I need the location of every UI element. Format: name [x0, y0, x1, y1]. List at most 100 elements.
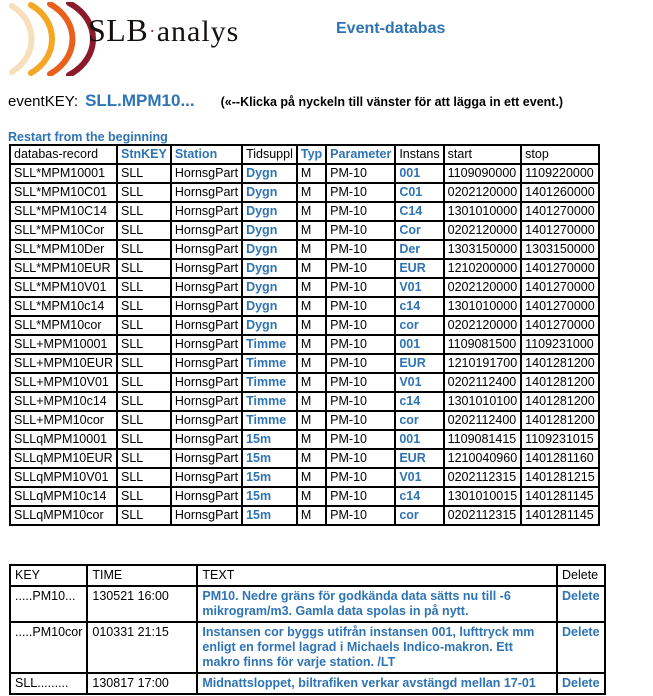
cell-stop: 1401270000 [521, 278, 600, 297]
cell-databas-record: SLL*MPM10C14 [10, 202, 117, 221]
cell-station: HornsgPart [170, 240, 243, 259]
cell-station: HornsgPart [170, 221, 243, 240]
cell-databas-record: SLL+MPM10001 [10, 335, 117, 354]
cell-stnkey: SLL [117, 240, 171, 259]
table-row[interactable]: SLL*MPM10c14 SLL HornsgPart Dygn M PM-10 c14 13… [10, 297, 600, 316]
restart-link[interactable]: Restart from the beginning [8, 130, 168, 144]
cell-tidsuppl[interactable]: 15m [242, 449, 297, 468]
cell-typ: M [296, 183, 327, 202]
cell-instans[interactable]: c14 [395, 487, 444, 506]
delete-link[interactable]: Delete [562, 676, 600, 690]
col-header-delete: Delete [557, 565, 605, 586]
table-row[interactable]: SLLqMPM10cor SLL HornsgPart 15m M PM-10 cor 020… [10, 506, 600, 525]
cell-tidsuppl[interactable]: Dygn [242, 164, 297, 183]
table-row[interactable]: SLL*MPM10C01 SLL HornsgPart Dygn M PM-10 C01 02… [10, 183, 600, 202]
cell-instans[interactable]: EUR [395, 449, 444, 468]
cell-tidsuppl[interactable]: Dygn [242, 259, 297, 278]
cell-tidsuppl[interactable]: 15m [242, 468, 297, 487]
cell-tidsuppl[interactable]: Dygn [242, 316, 297, 335]
event-text: PM10. Nedre gräns för godkända data sätt… [197, 586, 557, 622]
cell-instans[interactable]: 001 [395, 430, 444, 449]
col-header-text: TEXT [197, 565, 557, 586]
event-time: 130817 17:00 [87, 673, 198, 694]
cell-start: 0202112315 [443, 506, 522, 525]
eventkey-value-link[interactable]: SLL.MPM10... [85, 91, 195, 111]
table-row[interactable]: SLLqMPM10001 SLL HornsgPart 15m M PM-10 001 110… [10, 430, 600, 449]
table-row[interactable]: SLL*MPM10C14 SLL HornsgPart Dygn M PM-10 C14 13… [10, 202, 600, 221]
cell-start: 1109090000 [443, 164, 522, 183]
event-key: .....PM10... [10, 586, 88, 622]
table-row[interactable]: SLL+MPM10V01 SLL HornsgPart Timme M PM-10 V01 0… [10, 373, 600, 392]
table-row[interactable]: SLLqMPM10c14 SLL HornsgPart 15m M PM-10 c14 130… [10, 487, 600, 506]
cell-tidsuppl[interactable]: 15m [242, 430, 297, 449]
cell-instans[interactable]: cor [395, 411, 444, 430]
cell-instans[interactable]: cor [395, 506, 444, 525]
cell-station: HornsgPart [170, 487, 243, 506]
cell-stop: 1401281145 [521, 506, 600, 525]
table-row[interactable]: SLLqMPM10V01 SLL HornsgPart 15m M PM-10 V01 020… [10, 468, 600, 487]
event-database-page: SLB·analys Event-databas eventKEY: SLL.M… [0, 0, 653, 696]
cell-tidsuppl[interactable]: Dygn [242, 221, 297, 240]
col-header-start: start [443, 145, 522, 164]
cell-instans[interactable]: cor [395, 316, 444, 335]
cell-station: HornsgPart [170, 392, 243, 411]
cell-tidsuppl[interactable]: Dygn [242, 202, 297, 221]
cell-instans[interactable]: EUR [395, 354, 444, 373]
event-key: SLL......... [10, 673, 88, 694]
table-row[interactable]: SLL+MPM10cor SLL HornsgPart Timme M PM-10 cor 0… [10, 411, 600, 430]
cell-station: HornsgPart [170, 506, 243, 525]
cell-instans[interactable]: EUR [395, 259, 444, 278]
cell-typ: M [296, 411, 327, 430]
cell-tidsuppl[interactable]: Timme [242, 411, 297, 430]
cell-tidsuppl[interactable]: Dygn [242, 183, 297, 202]
table-row[interactable]: SLL+MPM10001 SLL HornsgPart Timme M PM-10 001 1… [10, 335, 600, 354]
table-row[interactable]: SLL*MPM10cor SLL HornsgPart Dygn M PM-10 cor 02… [10, 316, 600, 335]
cell-typ: M [296, 506, 327, 525]
col-header-tidsuppl: Tidsuppl [242, 145, 297, 164]
delete-link[interactable]: Delete [562, 589, 600, 603]
cell-stop: 1401270000 [521, 316, 600, 335]
table-row[interactable]: SLL*MPM10EUR SLL HornsgPart Dygn M PM-10 EUR 12… [10, 259, 600, 278]
cell-typ: M [296, 240, 327, 259]
cell-tidsuppl[interactable]: Dygn [242, 240, 297, 259]
table-row[interactable]: SLL*MPM10Der SLL HornsgPart Dygn M PM-10 Der 13… [10, 240, 600, 259]
cell-instans[interactable]: C14 [395, 202, 444, 221]
cell-tidsuppl[interactable]: Timme [242, 392, 297, 411]
cell-instans[interactable]: V01 [395, 278, 444, 297]
table-row[interactable]: SLLqMPM10EUR SLL HornsgPart 15m M PM-10 EUR 121… [10, 449, 600, 468]
table-row[interactable]: SLL*MPM10Cor SLL HornsgPart Dygn M PM-10 Cor 02… [10, 221, 600, 240]
cell-instans[interactable]: C01 [395, 183, 444, 202]
cell-tidsuppl[interactable]: Timme [242, 354, 297, 373]
eventkey-row: eventKEY: SLL.MPM10... («--Klicka på nyc… [8, 91, 563, 111]
cell-tidsuppl[interactable]: Timme [242, 335, 297, 354]
cell-tidsuppl[interactable]: Timme [242, 373, 297, 392]
cell-tidsuppl[interactable]: Dygn [242, 297, 297, 316]
table-row[interactable]: SLL*MPM10V01 SLL HornsgPart Dygn M PM-10 V01 02… [10, 278, 600, 297]
cell-stop: 1401281200 [521, 354, 600, 373]
cell-instans[interactable]: 001 [395, 164, 444, 183]
table-row[interactable]: SLL*MPM10001 SLL HornsgPart Dygn M PM-10 001 11… [10, 164, 600, 183]
cell-instans[interactable]: c14 [395, 297, 444, 316]
cell-instans[interactable]: Der [395, 240, 444, 259]
cell-typ: M [296, 202, 327, 221]
delete-link[interactable]: Delete [562, 625, 600, 639]
table-row[interactable]: SLL+MPM10EUR SLL HornsgPart Timme M PM-10 EUR 1… [10, 354, 600, 373]
cell-parameter: PM-10 [326, 240, 396, 259]
cell-tidsuppl[interactable]: Dygn [242, 278, 297, 297]
cell-typ: M [296, 354, 327, 373]
cell-tidsuppl[interactable]: 15m [242, 506, 297, 525]
cell-instans[interactable]: Cor [395, 221, 444, 240]
table-row[interactable]: SLL+MPM10c14 SLL HornsgPart Timme M PM-10 c14 1… [10, 392, 600, 411]
cell-instans[interactable]: c14 [395, 392, 444, 411]
cell-instans[interactable]: V01 [395, 373, 444, 392]
cell-typ: M [296, 297, 327, 316]
cell-start: 0202120000 [443, 221, 522, 240]
event-time: 010331 21:15 [87, 622, 198, 673]
cell-tidsuppl[interactable]: 15m [242, 487, 297, 506]
cell-instans[interactable]: V01 [395, 468, 444, 487]
cell-station: HornsgPart [170, 164, 243, 183]
cell-databas-record: SLL*MPM10cor [10, 316, 117, 335]
cell-station: HornsgPart [170, 430, 243, 449]
cell-instans[interactable]: 001 [395, 335, 444, 354]
cell-station: HornsgPart [170, 468, 243, 487]
